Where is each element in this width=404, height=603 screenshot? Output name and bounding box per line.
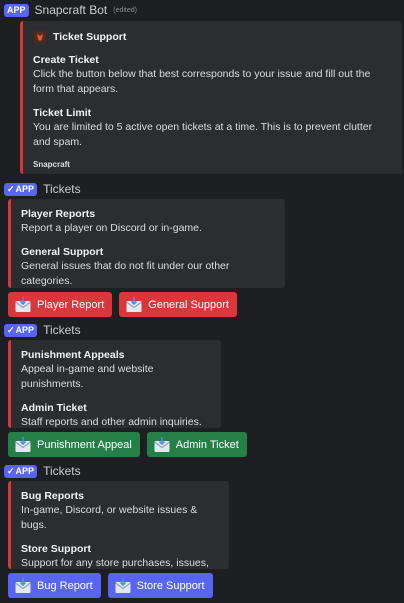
button-row: Bug Report Store Support <box>8 573 213 598</box>
verified-app-tag: ✓ APP <box>4 323 38 337</box>
field-value-bug-reports: In-game, Discord, or website issues & bu… <box>21 504 198 531</box>
button-label: Punishment Appeal <box>37 438 132 451</box>
embed-field: Ticket Limit You are limited to 5 active… <box>33 107 392 150</box>
field-name-create-ticket: Create Ticket <box>33 54 99 66</box>
field-value-general-support: General issues that do not fit under our… <box>21 260 230 287</box>
button-label: Bug Report <box>37 579 93 592</box>
button-label: Store Support <box>136 579 205 592</box>
general-support-button[interactable]: General Support <box>119 292 237 317</box>
embed-field: Player Reports Report a player on Discor… <box>21 208 275 236</box>
author-name[interactable]: Tickets <box>43 464 81 478</box>
envelope-icon <box>114 577 132 595</box>
envelope-icon <box>14 296 32 314</box>
button-label: Admin Ticket <box>175 438 239 451</box>
button-row: Player Report General Support <box>8 292 237 317</box>
button-label: Player Report <box>37 298 105 311</box>
field-value-ticket-limit: You are limited to 5 active open tickets… <box>33 121 373 148</box>
player-general-embed: Player Reports Report a player on Discor… <box>8 199 285 288</box>
snapcraft-logo-icon <box>33 30 47 44</box>
message-header-tickets: ✓ APP Tickets <box>4 181 81 197</box>
embed-field: Punishment Appeals Appeal in-game and we… <box>21 349 211 392</box>
edited-label: (edited) <box>113 6 137 14</box>
admin-ticket-button[interactable]: Admin Ticket <box>146 432 247 457</box>
field-name-store-support: Store Support <box>21 543 91 555</box>
envelope-icon <box>125 296 143 314</box>
message-header-tickets: ✓ APP Tickets <box>4 322 81 338</box>
field-name-admin-ticket: Admin Ticket <box>21 402 87 414</box>
embed-field: Create Ticket Click the button below tha… <box>33 54 392 97</box>
field-value-punishment-appeals: Appeal in-game and website punishments. <box>21 363 154 390</box>
punishment-appeal-button[interactable]: Punishment Appeal <box>8 432 140 457</box>
verified-app-tag: ✓ APP <box>4 464 38 478</box>
message-header-snapcraft-bot: APP Snapcraft Bot (edited) <box>4 2 137 18</box>
embed-author: Ticket Support <box>33 30 392 44</box>
bug-store-embed: Bug Reports In-game, Discord, or website… <box>8 481 229 584</box>
envelope-icon <box>14 577 32 595</box>
field-name-punishment-appeals: Punishment Appeals <box>21 349 125 361</box>
field-value-create-ticket: Click the button below that best corresp… <box>33 68 371 95</box>
store-support-button[interactable]: Store Support <box>107 573 213 598</box>
embed-footer: Snapcraft <box>33 160 70 169</box>
app-tag-label: APP <box>15 465 35 476</box>
author-name[interactable]: Tickets <box>43 323 81 337</box>
check-icon: ✓ <box>7 183 15 194</box>
app-tag-label: APP <box>15 324 35 335</box>
author-name[interactable]: Snapcraft Bot <box>35 3 108 17</box>
field-name-bug-reports: Bug Reports <box>21 490 84 502</box>
field-value-admin-ticket: Staff reports and other admin inquiries. <box>21 416 202 428</box>
embed-field: Bug Reports In-game, Discord, or website… <box>21 490 219 533</box>
embed-field: General Support General issues that do n… <box>21 246 275 289</box>
author-name[interactable]: Tickets <box>43 182 81 196</box>
ticket-support-embed: Ticket Support Create Ticket Click the b… <box>20 21 402 174</box>
bug-report-button[interactable]: Bug Report <box>8 573 101 598</box>
button-label: General Support <box>148 298 229 311</box>
appeals-admin-embed: Punishment Appeals Appeal in-game and we… <box>8 340 221 428</box>
envelope-icon <box>153 436 171 454</box>
verified-app-tag: ✓ APP <box>4 182 38 196</box>
field-name-ticket-limit: Ticket Limit <box>33 107 92 119</box>
field-name-player-reports: Player Reports <box>21 208 96 220</box>
app-tag: APP <box>4 3 29 17</box>
player-report-button[interactable]: Player Report <box>8 292 113 317</box>
check-icon: ✓ <box>7 465 15 476</box>
field-name-general-support: General Support <box>21 246 104 258</box>
app-tag-label: APP <box>15 183 35 194</box>
field-value-player-reports: Report a player on Discord or in-game. <box>21 222 202 234</box>
check-icon: ✓ <box>7 324 15 335</box>
embed-author-name: Ticket Support <box>53 31 127 43</box>
button-row: Punishment Appeal Admin Ticket <box>8 432 247 457</box>
message-header-tickets: ✓ APP Tickets <box>4 463 81 479</box>
envelope-icon <box>14 436 32 454</box>
embed-field: Admin Ticket Staff reports and other adm… <box>21 402 211 430</box>
